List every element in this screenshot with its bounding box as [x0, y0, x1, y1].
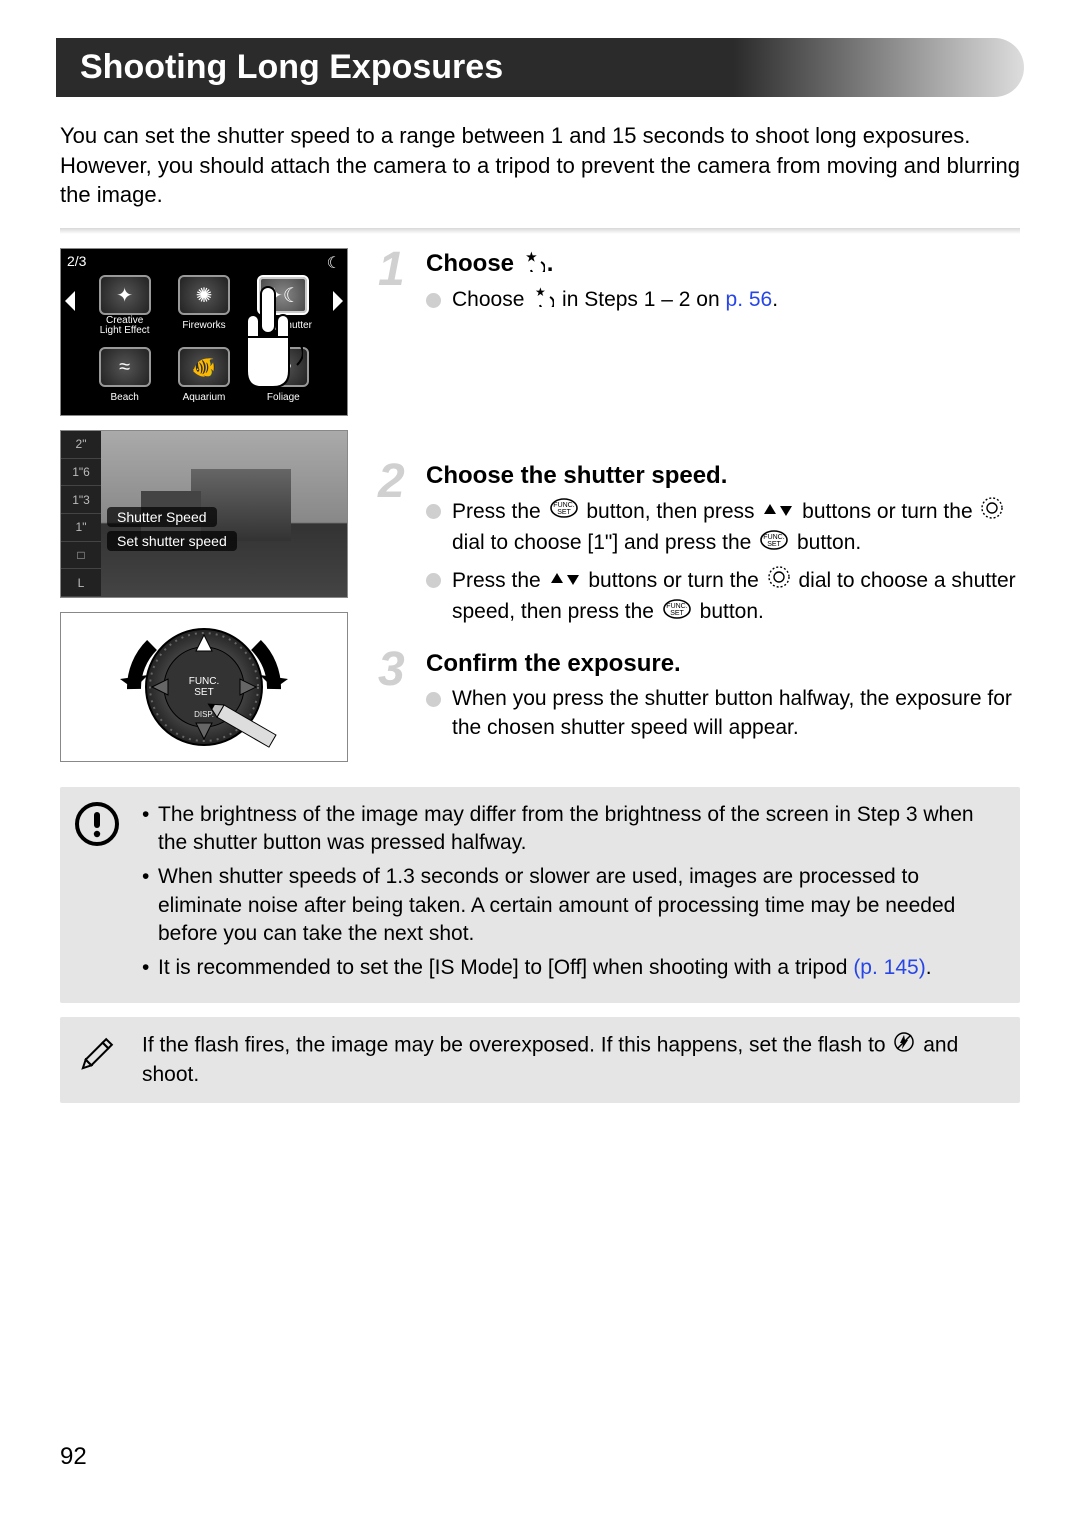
- shutter-value-sidebar: 2"1"61"31"□L: [61, 431, 101, 597]
- step-content: Confirm the exposure. When you press the …: [426, 650, 1020, 749]
- svg-text:SET: SET: [557, 509, 571, 516]
- step: 1 Choose ★. Choose ★ in Steps 1 – 2 on p. …: [378, 250, 1020, 322]
- svg-text:FUNC.: FUNC.: [189, 676, 220, 687]
- step-number: 2: [378, 460, 416, 634]
- mode-tile-glyph: ≈: [99, 347, 151, 387]
- page-link[interactable]: (p. 145): [853, 956, 925, 979]
- step-heading: Choose the shutter speed.: [426, 462, 1020, 490]
- mode-tile: ≈Beach: [87, 341, 162, 409]
- shutter-sidebar-item: 1"3: [61, 486, 101, 514]
- caution-item: It is recommended to set the [IS Mode] t…: [142, 954, 1002, 982]
- mode-tile-label: Long Shutter: [255, 315, 312, 337]
- up-down-icon: [549, 566, 581, 595]
- camera-lcd-mode-menu: 2/3 ☾ ✦Creative Light Effect✺Fireworks✦☾…: [60, 248, 348, 416]
- camera-lcd-shutter-speed: 2"1"61"31"□L Shutter Speed Set shutter s…: [60, 430, 348, 598]
- step-heading: Confirm the exposure.: [426, 650, 1020, 678]
- svg-text:SET: SET: [194, 687, 213, 698]
- selected-mode-glyph: ☾: [327, 253, 341, 273]
- page-number: 92: [60, 1443, 87, 1471]
- svg-text:FUNC.: FUNC.: [763, 534, 784, 541]
- left-arrow-icon: [65, 291, 75, 311]
- svg-text:SET: SET: [670, 610, 684, 617]
- svg-text:SET: SET: [767, 541, 781, 548]
- caution-box: The brightness of the image may differ f…: [60, 787, 1020, 1003]
- step-bullet: When you press the shutter button halfwa…: [426, 684, 1020, 743]
- step-bullet-list: When you press the shutter button halfwa…: [426, 684, 1020, 743]
- mode-tile-glyph: ✦: [99, 275, 151, 315]
- mode-tile-label: Aquarium: [183, 387, 226, 409]
- shutter-label-1: Shutter Speed: [107, 507, 217, 527]
- step-content: Choose ★. Choose ★ in Steps 1 – 2 on p. 5…: [426, 250, 1020, 322]
- shutter-sidebar-item: 2": [61, 431, 101, 459]
- steps-column: 1 Choose ★. Choose ★ in Steps 1 – 2 on p. …: [378, 248, 1020, 765]
- step-heading: Choose ★.: [426, 250, 1020, 279]
- up-down-icon: [762, 497, 794, 526]
- dial-icon: FUNC. SET DISP.: [104, 617, 304, 757]
- mode-tile: ❀Foliage: [246, 341, 321, 409]
- dial-icon: [767, 565, 791, 597]
- flash-off-icon: [893, 1031, 915, 1061]
- mode-tile-glyph: ❀: [257, 347, 309, 387]
- mode-tile-glyph: 🐠: [178, 347, 230, 387]
- intro-paragraph: You can set the shutter speed to a range…: [60, 121, 1020, 210]
- page-link[interactable]: p. 56: [726, 288, 773, 311]
- step-number: 3: [378, 648, 416, 749]
- tip-text: If the flash fires, the image may be ove…: [142, 1031, 1002, 1090]
- svg-text:★: ★: [535, 285, 546, 299]
- mode-tile: 🐠Aquarium: [166, 341, 241, 409]
- mode-tile-label: Creative Light Effect: [100, 315, 150, 337]
- mode-tile-glyph: ✦☾: [257, 275, 309, 315]
- mode-tile-label: Fireworks: [182, 315, 225, 337]
- mode-tile-label: Foliage: [267, 387, 300, 409]
- func-set-icon: FUNC.SET: [549, 497, 579, 527]
- section-title-bar: Shooting Long Exposures: [56, 38, 1024, 97]
- pencil-note-icon: [74, 1031, 120, 1077]
- svg-text:FUNC.: FUNC.: [666, 603, 687, 610]
- right-arrow-icon: [333, 291, 343, 311]
- step-content: Choose the shutter speed. Press the FUNC.…: [426, 462, 1020, 634]
- shutter-sidebar-item: 1": [61, 514, 101, 542]
- mode-tile-glyph: ✺: [178, 275, 230, 315]
- mode-tile: ✺Fireworks: [166, 269, 241, 337]
- step-bullet: Choose ★ in Steps 1 – 2 on p. 56.: [426, 285, 1020, 316]
- svg-text:★: ★: [526, 250, 537, 264]
- mode-tile: ✦Creative Light Effect: [87, 269, 162, 337]
- shutter-sidebar-item: □: [61, 542, 101, 570]
- step: 2 Choose the shutter speed. Press the FUNC…: [378, 462, 1020, 634]
- pager-text: 2/3: [67, 253, 86, 269]
- caution-item: When shutter speeds of 1.3 seconds or sl…: [142, 863, 1002, 948]
- step: 3 Confirm the exposure. When you press the…: [378, 650, 1020, 749]
- mode-tile-label: Beach: [110, 387, 138, 409]
- mode-tile: ✦☾Long Shutter: [246, 269, 321, 337]
- step-bullet: Press the buttons or turn the dial to ch…: [426, 565, 1020, 628]
- illustration-column: 2/3 ☾ ✦Creative Light Effect✺Fireworks✦☾…: [60, 248, 348, 765]
- caution-list: The brightness of the image may differ f…: [142, 801, 1002, 983]
- shutter-sidebar-item: 1"6: [61, 459, 101, 487]
- control-dial-illustration: FUNC. SET DISP.: [60, 612, 348, 762]
- caution-icon: [74, 801, 120, 847]
- star-moon-icon: ★: [523, 250, 545, 279]
- body-columns: 2/3 ☾ ✦Creative Light Effect✺Fireworks✦☾…: [60, 248, 1020, 765]
- mode-tile-grid: ✦Creative Light Effect✺Fireworks✦☾Long S…: [87, 269, 321, 409]
- shutter-sidebar-item: L: [61, 569, 101, 597]
- shutter-label-2: Set shutter speed: [107, 531, 237, 551]
- step-bullet-list: Press the FUNC.SET button, then press bu…: [426, 496, 1020, 628]
- func-set-icon: FUNC.SET: [662, 598, 692, 628]
- star-moon-icon: ★: [532, 285, 554, 315]
- svg-text:DISP.: DISP.: [194, 710, 214, 719]
- caution-item: The brightness of the image may differ f…: [142, 801, 1002, 858]
- step-number: 1: [378, 248, 416, 322]
- divider: [60, 228, 1020, 234]
- dial-icon: [980, 496, 1004, 528]
- section-title: Shooting Long Exposures: [80, 48, 503, 86]
- tip-box: If the flash fires, the image may be ove…: [60, 1017, 1020, 1104]
- svg-text:FUNC.: FUNC.: [553, 502, 574, 509]
- step-bullet-list: Choose ★ in Steps 1 – 2 on p. 56.: [426, 285, 1020, 316]
- step-bullet: Press the FUNC.SET button, then press bu…: [426, 496, 1020, 559]
- func-set-icon: FUNC.SET: [759, 529, 789, 559]
